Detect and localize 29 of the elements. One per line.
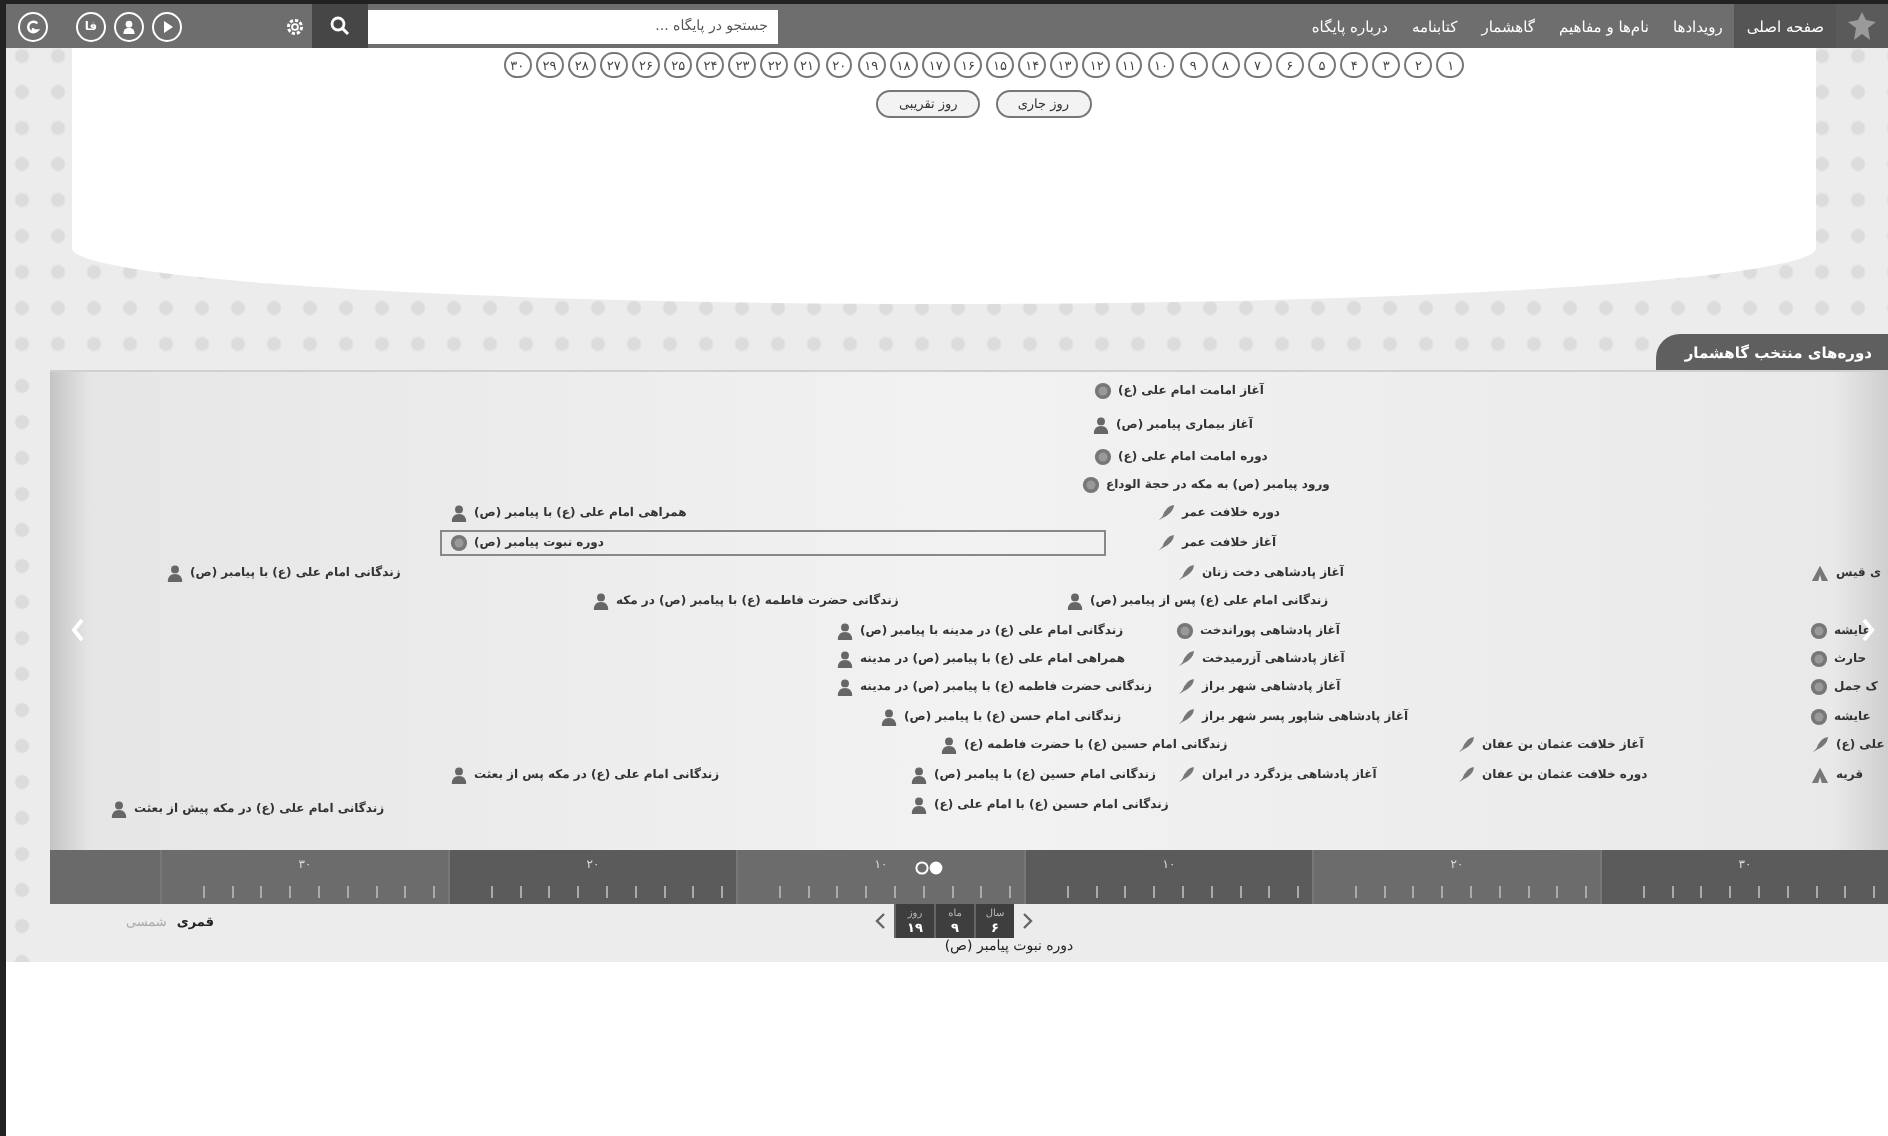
person-icon (450, 766, 468, 784)
person-icon (1066, 592, 1084, 610)
person-icon (450, 504, 468, 522)
person-icon (166, 564, 184, 582)
chevron-left-icon[interactable] (874, 912, 886, 930)
position-marker[interactable] (914, 860, 946, 876)
logo-icon (1836, 4, 1888, 48)
person-icon (940, 736, 958, 754)
search-button[interactable] (312, 4, 368, 48)
badge-icon (450, 534, 468, 552)
person-icon (836, 678, 854, 696)
person-icon (110, 800, 128, 818)
feather-icon (1176, 766, 1196, 784)
person-icon (592, 592, 610, 610)
person-icon (910, 766, 928, 784)
logo-icon[interactable] (18, 11, 48, 41)
person-icon (910, 796, 928, 814)
play-icon[interactable] (152, 11, 182, 41)
person-icon (1092, 416, 1110, 434)
tent-icon (1810, 564, 1830, 582)
search-icon (330, 16, 350, 36)
person-icon (836, 650, 854, 668)
user-icon[interactable] (114, 11, 144, 41)
badge-icon (1094, 382, 1112, 400)
feather-icon (1810, 736, 1830, 754)
badge-icon (1176, 622, 1194, 640)
person-icon (836, 622, 854, 640)
tent-icon (1810, 766, 1830, 784)
person-icon (880, 708, 898, 726)
